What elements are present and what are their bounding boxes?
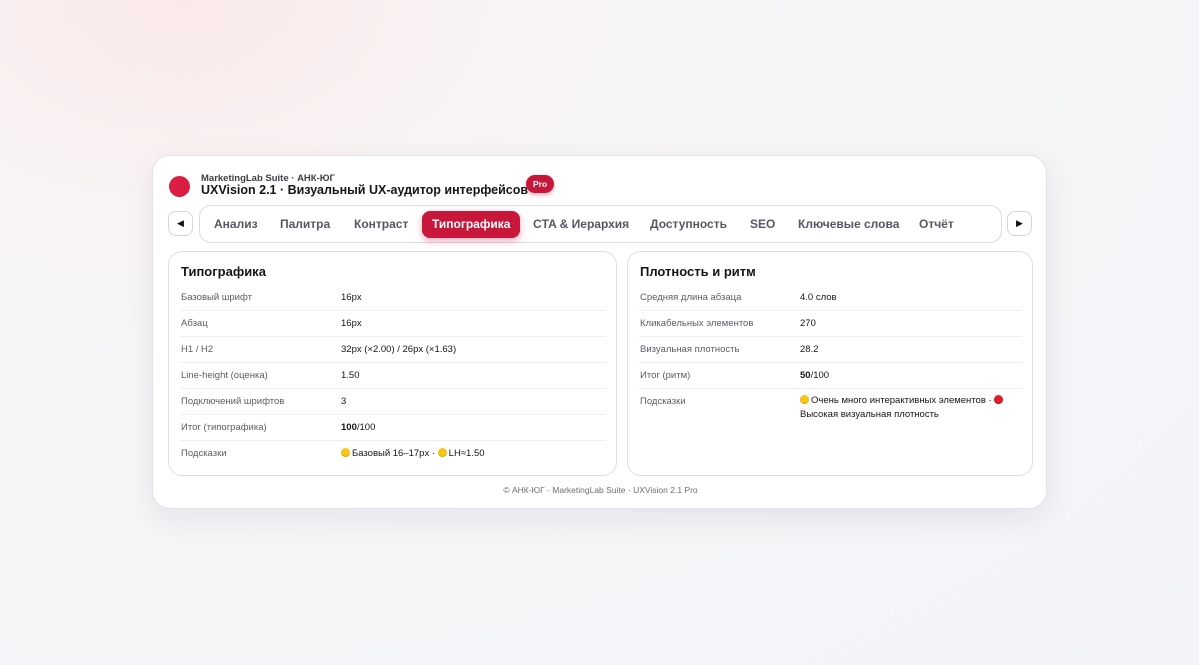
score-label: Итог (типографика) — [181, 422, 267, 433]
hint-text: Очень много интерактивных элементов · — [811, 395, 992, 406]
score-label: Итог (ритм) — [640, 370, 691, 381]
panel-title: Типографика — [181, 264, 266, 279]
metric-label: H1 / H2 — [181, 344, 214, 355]
metric-label: Подключений шрифтов — [181, 396, 285, 407]
app-title: UXVision 2.1 · Визуальный UX-аудитор инт… — [201, 183, 529, 197]
metrics-list: Базовый шрифт 16px Абзац 16px H1 / H2 32… — [180, 285, 606, 467]
scroll-tabs-right-button[interactable]: ▶ — [1007, 211, 1032, 236]
tab-seo[interactable]: SEO — [740, 211, 785, 238]
metric-row: Line-height (оценка) 1.50 — [180, 363, 606, 389]
metric-row: Подключений шрифтов 3 — [180, 389, 606, 415]
score-max: /100 — [810, 370, 830, 381]
tab-palette[interactable]: Палитра — [270, 211, 340, 238]
metric-row: Средняя длина абзаца 4.0 слов — [639, 285, 1022, 311]
score-number: 50 — [800, 370, 811, 381]
metric-row: Визуальная плотность 28.2 — [639, 337, 1022, 363]
danger-dot-icon — [994, 395, 1004, 404]
metric-row: H1 / H2 32px (×2.00) / 26px (×1.63) — [180, 337, 606, 363]
pro-badge: Pro — [526, 175, 555, 193]
logo-icon — [169, 176, 190, 197]
metric-value: 1.50 — [341, 370, 360, 381]
tab-accessibility[interactable]: Доступность — [640, 211, 737, 238]
chevron-right-icon: ▶ — [1016, 218, 1023, 228]
metric-value: 32px (×2.00) / 26px (×1.63) — [341, 344, 457, 355]
hint-text: LH≈1.50 — [448, 448, 485, 459]
metric-value: 3 — [341, 396, 347, 407]
hints-label: Подсказки — [640, 396, 686, 407]
metric-value: 16px — [341, 292, 362, 303]
metric-row: Базовый шрифт 16px — [180, 285, 606, 311]
score-row: Итог (типографика) 100/100 — [180, 415, 606, 441]
metric-row: Кликабельных элементов 270 — [639, 311, 1022, 337]
hint-text: Базовый 16–17px · — [352, 448, 436, 459]
app-header: MarketingLab Suite · АНК-ЮГ UXVision 2.1… — [169, 172, 769, 208]
metric-label: Кликабельных элементов — [640, 318, 754, 329]
metric-label: Средняя длина абзаца — [640, 292, 742, 303]
score-number: 100 — [341, 422, 357, 433]
scroll-tabs-left-button[interactable]: ◀ — [168, 211, 193, 236]
tab-cta-hierarchy[interactable]: CTA & Иерархия — [523, 211, 639, 238]
metric-label: Абзац — [181, 318, 208, 329]
score-row: Итог (ритм) 50/100 — [639, 363, 1022, 389]
metric-label: Line-height (оценка) — [181, 370, 268, 381]
metric-value: 28.2 — [800, 344, 819, 355]
footer-copyright: © АНК-ЮГ · MarketingLab Suite · UXVision… — [503, 485, 698, 495]
chevron-left-icon: ◀ — [177, 218, 184, 228]
tab-bar: Анализ Палитра Контраст Типографика CTA … — [199, 205, 1002, 243]
hint-text: Высокая визуальная плотность — [800, 409, 939, 420]
tab-analysis[interactable]: Анализ — [204, 211, 268, 238]
warning-dot-icon — [437, 448, 447, 457]
hints-row: Подсказки Очень много интерактивных элем… — [639, 389, 1022, 429]
metric-value: 4.0 слов — [800, 292, 837, 303]
metrics-list: Средняя длина абзаца 4.0 слов Кликабельн… — [639, 285, 1022, 429]
tab-keywords[interactable]: Ключевые слова — [788, 211, 909, 238]
hints-value: Очень много интерактивных элементов · Вы… — [800, 394, 1020, 422]
score-value: 50/100 — [800, 370, 829, 381]
tab-report[interactable]: Отчёт — [909, 211, 964, 238]
metric-value: 270 — [800, 318, 816, 329]
panel-title: Плотность и ритм — [640, 264, 756, 279]
metric-label: Базовый шрифт — [181, 292, 252, 303]
warning-dot-icon — [800, 395, 809, 404]
density-panel: Плотность и ритм Средняя длина абзаца 4.… — [627, 251, 1033, 476]
tab-contrast[interactable]: Контраст — [344, 211, 418, 238]
score-max: /100 — [356, 422, 376, 433]
hints-value: Базовый 16–17px · LH≈1.50 — [341, 448, 485, 459]
tab-typography[interactable]: Типографика — [422, 211, 521, 238]
metric-value: 16px — [341, 318, 362, 329]
app-card: MarketingLab Suite · АНК-ЮГ UXVision 2.1… — [152, 155, 1047, 509]
hints-row: Подсказки Базовый 16–17px · LH≈1.50 — [180, 441, 606, 467]
metric-row: Абзац 16px — [180, 311, 606, 337]
warning-dot-icon — [341, 448, 350, 457]
hints-label: Подсказки — [181, 448, 227, 459]
typography-panel: Типографика Базовый шрифт 16px Абзац 16p… — [168, 251, 617, 476]
metric-label: Визуальная плотность — [640, 344, 740, 355]
score-value: 100/100 — [341, 422, 375, 433]
